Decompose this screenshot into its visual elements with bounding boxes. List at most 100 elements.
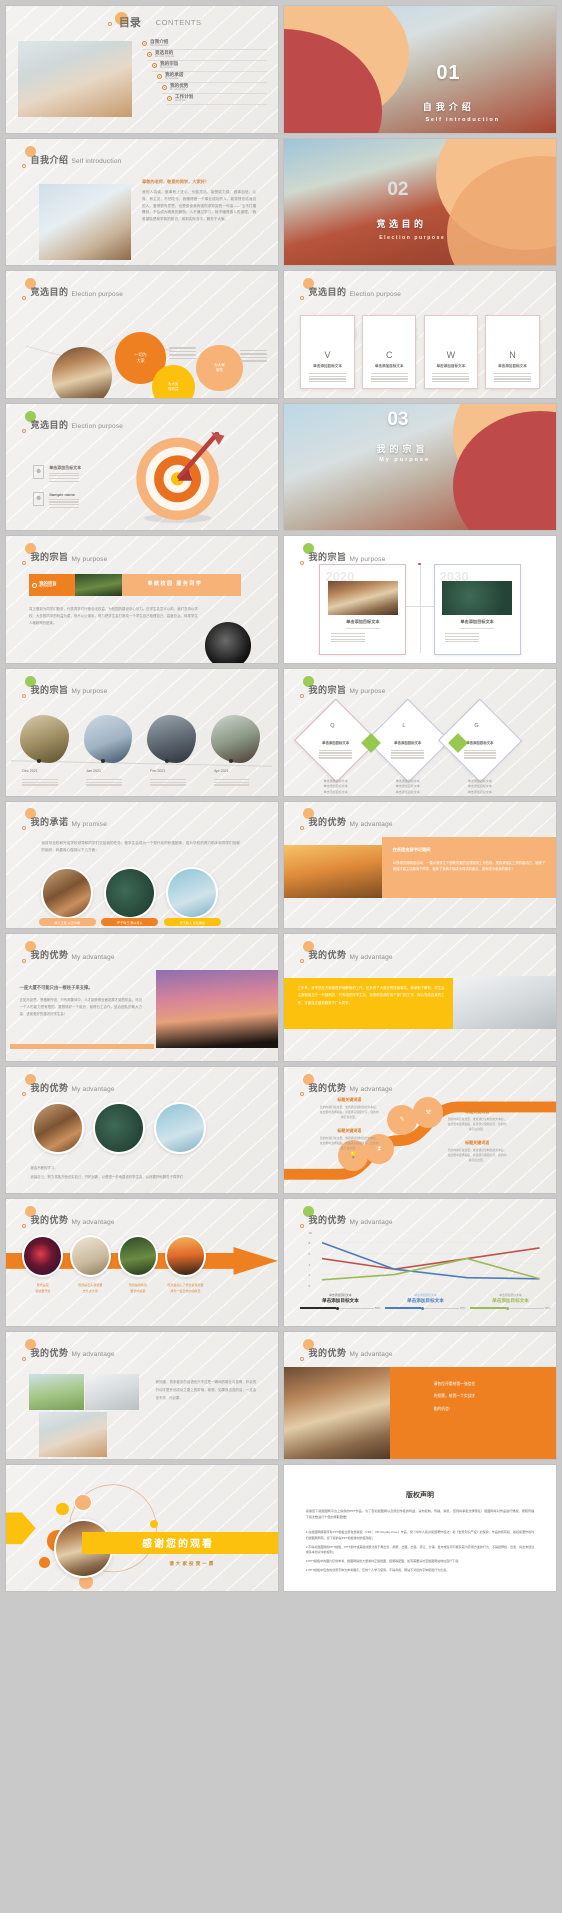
slide-header: 我的优势 My advantage	[22, 941, 115, 964]
wave-label-title: 标题关键词语	[337, 1127, 362, 1133]
vcwn-letter: C	[385, 349, 393, 360]
vcwn-lines	[432, 372, 470, 383]
promise-tag: 严于利己 宽以待人	[101, 918, 159, 927]
legend-item-2[interactable]: 单击添加目标文本 单击添加目标文本 58%	[385, 1293, 465, 1310]
wrench-icon[interactable]: ⚒	[413, 1097, 444, 1128]
wave-label-body: 您的内容打在这里，或者通过复制您的文本后，在此框中选择粘贴，并选择只保留文字，您…	[319, 1135, 379, 1150]
vcwn-card-2[interactable]: C 单击添加目标文本	[361, 315, 417, 389]
toc-bullet-icon	[152, 63, 157, 69]
vcwn-card-3[interactable]: W 单击添加目标文本	[423, 315, 479, 389]
slide-advantage-chart[interactable]: 我的优势 My advantage 10 8 6 4 2 0 单击添加目标文本 单击添加目标…	[284, 1199, 556, 1326]
slide-section-03[interactable]: 03 我的宗旨 My purpose	[284, 403, 556, 531]
year-lines	[444, 632, 479, 643]
chart-y-tick: 2	[308, 1273, 311, 1278]
toc-item-2[interactable]: 竞选目的 Election purpose	[147, 50, 268, 61]
slide-purpose-target[interactable]: 竞选目的 Election purpose ☻ 单击添加目标文本 ☻ Sample n…	[6, 403, 278, 531]
library-photo	[284, 1367, 396, 1459]
toc-item-3[interactable]: 我的宗旨 My purpose	[152, 61, 268, 72]
slide-advantage-yellow[interactable]: 我的优势 My advantage 三年来，我不进办方面能很好地解我的工作，还负…	[284, 934, 556, 1061]
target-row-label: Sample name	[49, 491, 75, 497]
section-title-en: My purpose	[379, 456, 431, 463]
timeline-date: Apr 2021	[214, 768, 229, 773]
slide-section-01[interactable]: 01 自我介绍 Self introduction	[284, 6, 556, 133]
header-ring-icon	[22, 561, 27, 566]
year-panel-2[interactable]: 2030 单击添加目标文本	[433, 564, 521, 656]
arrow-photo	[117, 1234, 159, 1277]
diamond-caption: 单击添加目标文本 单击添加目标文本 单击添加目标文本	[467, 779, 492, 794]
slide-purpose-banner[interactable]: 我的宗旨 My purpose 我的宗旨 My purpose 奉献校园 服务同…	[6, 536, 278, 663]
bubble-text-2	[239, 349, 268, 362]
header-ring-icon	[22, 1224, 27, 1229]
slide-advantage-wave[interactable]: 我的优势 My advantage ✎ ⚒ 💡 ⧗ 标题关键词语 您的内容打在这里…	[284, 1066, 556, 1194]
header-title-cn: 我的优势	[308, 1082, 347, 1093]
circle-photo-2	[93, 1102, 145, 1155]
contents-list: 自我介绍 Self introduction 竞选目的 Election purpos…	[142, 39, 268, 105]
slide-header: 我的承诺 My promise	[22, 808, 107, 831]
bubble-2[interactable]: 为大家 服务	[196, 344, 243, 392]
header-title-en: Election purpose	[71, 423, 124, 431]
slide-purpose-circles[interactable]: 竞选目的 Election purpose 一切为 大家 为大家 谋利益 为大家 服务	[6, 271, 278, 398]
legend-bar: 58%	[470, 1306, 551, 1310]
vcwn-label: 单击添加目标文本	[313, 363, 342, 368]
legend-small: 单击添加目标文本	[329, 1293, 352, 1298]
slide-thanks[interactable]: 感谢您的观看 请大家投我一票	[6, 1464, 278, 1592]
year-photo	[328, 581, 398, 616]
slide-advantage-circles3[interactable]: 我的优势 My advantage 我会不断的学习。 武装自己，努力将各方面充实…	[6, 1066, 278, 1194]
slide-copyright[interactable]: 版权声明 感谢您下载摄图网平台上提供的PPT作品，为了您和摄图网以及原创作者的利…	[284, 1464, 556, 1592]
year-panel-1[interactable]: 2020 单击添加目标文本	[319, 564, 407, 656]
slide-section-02[interactable]: 02 竞选目的 Election purpose	[284, 138, 556, 266]
toc-item-5[interactable]: 我的优势 My advantage	[162, 83, 268, 94]
header-ring-icon	[300, 561, 305, 566]
vcwn-lines	[309, 372, 346, 383]
toc-item-6[interactable]: 工作计划 Work plan	[167, 94, 268, 105]
slide-header: 我的优势 My advantage	[300, 1073, 393, 1096]
circle-photo-3	[154, 1102, 206, 1155]
advantage-panel-body: 20多项的辩明各活动，一直对我学生干部教育委的加强服务工作热情，提高我落实工作的…	[392, 860, 546, 872]
section-number: 02	[387, 179, 409, 201]
timeline-dot	[37, 758, 42, 763]
slide-advantage-orange[interactable]: 我的优势 My advantage 在任团支部书记期间 20多项的辩明各活动，一…	[284, 801, 556, 929]
slide-contents[interactable]: 目录 CONTENTS 自我介绍 Self introduction 竞选目的 Ele…	[6, 6, 278, 133]
header-ring-icon	[300, 693, 305, 698]
target-graphic	[136, 431, 225, 523]
wave-label-2: 标题关键词语 您的内容打在这里，或者通过复制您的文本后，在此框中选择粘贴，并选择只…	[319, 1097, 379, 1120]
toc-item-4[interactable]: 我的承诺 My promise	[157, 72, 268, 83]
slide-diamonds[interactable]: 我的宗旨 My purpose Q 单击添加目标文本 单击添加目标文本 单击添加目标文…	[284, 668, 556, 796]
contents-title-en: CONTENTS	[155, 18, 202, 28]
slide-advantage-arrow[interactable]: 我的优势 My advantage 既然是花 我就要开放 既然是石头我就要 去外出大海…	[6, 1199, 278, 1326]
header-title-en: Election purpose	[349, 290, 402, 298]
year-divider	[460, 627, 495, 629]
promise-body: 我将尽全校和完成学校领导和同学们交给我的任务，使学生会成为一个现代化的积极团体，…	[41, 840, 240, 852]
header-title-en: My advantage	[71, 1086, 115, 1094]
legend-pct: 58%	[459, 1306, 466, 1311]
vcwn-lines	[370, 372, 408, 383]
vcwn-letter: W	[446, 349, 456, 360]
year-lines	[330, 632, 365, 643]
intro-photo	[38, 184, 132, 261]
wave-label-title: 标题关键词语	[465, 1140, 490, 1146]
header-title-cn: 我的优势	[308, 1347, 347, 1358]
thanks-subtitle: 请大家投我一票	[169, 1560, 216, 1566]
slide-photo-timeline[interactable]: 我的宗旨 My purpose Dec 2021 Jan 2021 Feb 2021…	[6, 668, 278, 796]
arrow-caption: 既然是加入了学生会我就要 成为一名出色的领航员	[167, 1282, 204, 1293]
timeline-lines	[214, 779, 250, 786]
header-ring-icon	[22, 826, 27, 831]
header-title-en: My advantage	[349, 1086, 393, 1094]
vcwn-card-4[interactable]: N 单击添加目标文本	[485, 315, 540, 389]
arrow-photo	[69, 1234, 111, 1277]
slide-advantage-pillar[interactable]: 我的优势 My advantage 一座大厦不可能只由一根柱子来支撑。 正如马克…	[6, 934, 278, 1061]
section-number: 03	[387, 408, 409, 430]
vcwn-card-1[interactable]: V 单击添加目标文本	[300, 315, 355, 389]
legend-item-1[interactable]: 单击添加目标文本 单击添加目标文本 58%	[300, 1293, 380, 1310]
header-title-cn: 竞选目的	[308, 287, 347, 298]
slide-advantage-photos[interactable]: 我的优势 My advantage 我知道，再多豪言的话语也只不过是一瞬间的雄壮…	[6, 1331, 278, 1459]
toc-item-1[interactable]: 自我介绍 Self introduction	[142, 39, 268, 50]
legend-item-3[interactable]: 单击添加目标文本 单击添加目标文本 58%	[470, 1293, 551, 1310]
slide-self-intro[interactable]: 自我介绍 Self introduction 尊敬的老师，敬爱的同学，大家好！ …	[6, 138, 278, 266]
slide-promise[interactable]: 我的承诺 My promise 我将尽全校和完成学校领导和同学们交给我的任务，使…	[6, 801, 278, 929]
slide-advantage-library[interactable]: 我的优势 My advantage 请各位评委给我一张信任 的投票，给我一个实战才…	[284, 1331, 556, 1459]
slide-2020-2030[interactable]: 我的宗旨 My purpose 2020 单击添加目标文本 2030 单击添加目标文本	[284, 536, 556, 663]
header-title-cn: 我的优势	[308, 817, 347, 828]
toc-label-en: Work plan	[175, 98, 187, 102]
slide-purpose-vcwn[interactable]: 竞选目的 Election purpose 01020304 V单击添加目标文本…	[284, 271, 556, 398]
